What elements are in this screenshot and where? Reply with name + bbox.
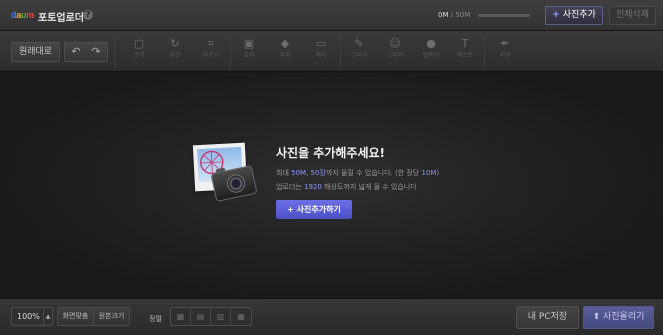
capacity-readout: 0M / 50M	[438, 11, 470, 19]
plus-icon: +	[552, 10, 560, 20]
crop-icon: ⌗	[207, 37, 215, 50]
resize-icon: ▢	[133, 37, 145, 50]
text-segment: 해상도까지 넓게 올 수 있습니다	[321, 183, 417, 191]
upload-photos-button[interactable]: ⬆ 사진올리기	[583, 306, 654, 329]
tool-signature[interactable]: ✒ 서명	[492, 37, 518, 61]
cta-label: 사진추가하기	[296, 205, 341, 214]
camera-flash	[215, 167, 226, 174]
fit-screen-button[interactable]: 화면맞춤	[57, 307, 94, 326]
toolbar-divider	[114, 37, 115, 67]
tool-resize[interactable]: ▢ 크기	[126, 37, 152, 61]
tool-adjust[interactable]: ◆ 수정	[272, 37, 298, 61]
tool-sticker[interactable]: ☺ 스티커	[382, 37, 408, 61]
tool-label: 그리기	[350, 52, 368, 59]
text-icon: T	[461, 37, 469, 50]
sort-list-icon[interactable]: ▤	[191, 308, 211, 325]
max-size-value: 50M	[291, 169, 307, 177]
tool-text[interactable]: T 텍스트	[452, 37, 478, 61]
photo-uploader-app: daum 포토업로더 ? 0M / 50M + 사진추가 전체삭제 원래대로 ↶ ↷…	[0, 0, 663, 335]
plus-icon: +	[287, 205, 294, 214]
tool-label: 서명	[499, 52, 511, 59]
tool-label: 수정	[279, 52, 291, 59]
reset-button[interactable]: 원래대로	[11, 42, 60, 62]
resolution-text: 업로더는 1920 해상도까지 넓게 올 수 있습니다	[276, 182, 417, 192]
text-segment: 까지 올릴 수 있습니다. (한 장당	[325, 169, 422, 177]
signature-icon: ✒	[500, 37, 510, 50]
text-segment: 업로더는	[276, 183, 304, 191]
text-segment: )	[436, 169, 440, 177]
tool-speech-bubble[interactable]: ● 말풍선	[418, 37, 444, 61]
text-segment: 최대	[276, 169, 292, 177]
adjust-icon: ◆	[280, 37, 290, 50]
empty-state-headline: 사진을 추가해주세요!	[276, 146, 386, 160]
tool-label: 액자	[315, 52, 327, 59]
upload-label: 사진올리기	[603, 312, 645, 322]
logo-letter-m: m	[26, 10, 34, 20]
canvas-area: 사진을 추가해주세요! 최대 50M, 50장까지 올릴 수 있습니다. (한 …	[0, 73, 663, 298]
redo-icon[interactable]: ↷	[86, 43, 106, 61]
toolbar-divider	[484, 37, 485, 67]
tool-frame[interactable]: ▭ 액자	[308, 37, 334, 61]
camera-icon	[210, 164, 258, 203]
camera-lens	[225, 172, 247, 195]
save-to-pc-button[interactable]: 내 PC저장	[516, 306, 579, 329]
upload-limit-text: 최대 50M, 50장까지 올릴 수 있습니다. (한 장당 10M)	[276, 168, 439, 178]
sort-tiles-icon[interactable]: ▦	[231, 308, 251, 325]
tool-label: 회전	[169, 52, 181, 59]
add-photo-button[interactable]: + 사진추가	[545, 6, 603, 25]
tool-label: 크기	[133, 52, 145, 59]
sort-options: ▦ ▤ ▥ ▦	[170, 307, 252, 326]
sort-grid-icon[interactable]: ▦	[171, 308, 191, 325]
sort-label: 정렬	[149, 315, 162, 323]
app-title: 포토업로더	[38, 13, 84, 24]
daum-logo: daum	[11, 10, 34, 20]
max-count-value: 50장	[310, 169, 326, 177]
help-icon[interactable]: ?	[83, 10, 93, 20]
tool-label: 스티커	[386, 52, 404, 59]
effect-icon: ▣	[243, 37, 255, 50]
original-size-button[interactable]: 원본크기	[93, 307, 130, 326]
capacity-total: / 50M	[448, 11, 471, 19]
add-photo-label: 사진추가	[562, 10, 596, 20]
header-bar: daum 포토업로더 ? 0M / 50M + 사진추가 전체삭제	[0, 0, 663, 31]
tool-effect[interactable]: ▣ 효과	[236, 37, 262, 61]
frame-icon: ▭	[315, 37, 327, 50]
tool-crop[interactable]: ⌗ 자르기	[198, 37, 224, 61]
resolution-value: 1920	[304, 183, 322, 191]
capacity-used: 0M	[438, 11, 449, 19]
tool-label: 텍스트	[456, 52, 474, 59]
zoom-select[interactable]: 100% ▲	[11, 307, 53, 326]
upload-icon: ⬆	[592, 312, 601, 322]
chevron-down-icon: ▲	[43, 308, 52, 325]
tool-label: 말풍선	[422, 52, 440, 59]
zoom-value: 100%	[17, 312, 40, 321]
footer-bar: 100% ▲ 화면맞춤 원본크기 정렬 ▦ ▤ ▥ ▦ 내 PC저장 ⬆ 사진올…	[0, 298, 663, 335]
sticker-icon: ☺	[389, 37, 401, 50]
toolbar-divider	[230, 37, 231, 67]
toolbar-divider	[340, 37, 341, 67]
tool-rotate[interactable]: ↻ 회전	[162, 37, 188, 61]
capacity-progress-bar	[478, 14, 530, 17]
tool-label: 자르기	[202, 52, 220, 59]
tool-draw[interactable]: ✎ 그리기	[346, 37, 372, 61]
rotate-icon: ↻	[170, 37, 180, 50]
tool-label: 효과	[243, 52, 255, 59]
per-file-value: 10M	[421, 169, 437, 177]
delete-all-button[interactable]: 전체삭제	[609, 6, 656, 25]
brush-icon: ✎	[354, 37, 364, 50]
speech-bubble-icon: ●	[426, 37, 436, 50]
undo-redo-group: ↶ ↷	[64, 42, 108, 62]
edit-toolbar: 원래대로 ↶ ↷ ▢ 크기 ↻ 회전 ⌗ 자르기 ▣ 효과 ◆ 수정 ▭ 액자 ✎ 그리기 ☺ 스…	[0, 31, 663, 72]
sort-columns-icon[interactable]: ▥	[211, 308, 231, 325]
add-photos-cta-button[interactable]: + 사진추가하기	[276, 200, 352, 219]
undo-icon[interactable]: ↶	[66, 43, 86, 61]
